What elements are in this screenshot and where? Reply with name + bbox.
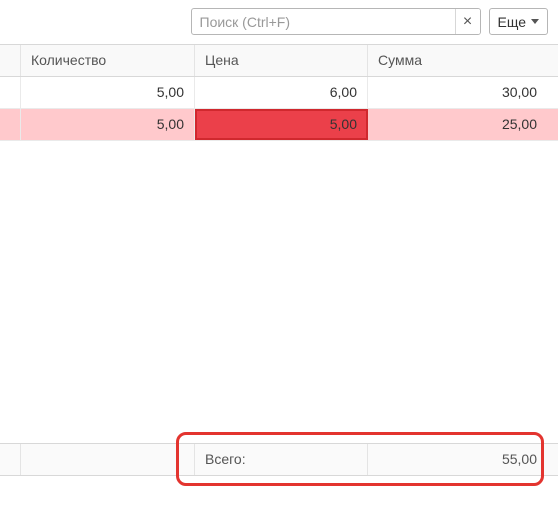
- cell-sum[interactable]: 30,00: [368, 77, 547, 108]
- cell-price[interactable]: 6,00: [195, 77, 368, 108]
- row-stub: [0, 77, 21, 108]
- more-button-label: Еще: [498, 14, 527, 30]
- table-row[interactable]: 5,006,0030,00: [0, 77, 558, 109]
- footer-qty-blank: [21, 444, 195, 475]
- header-price[interactable]: Цена: [195, 45, 368, 76]
- toolbar: × Еще: [0, 0, 558, 44]
- table-row[interactable]: 5,005,0025,00: [0, 109, 558, 141]
- footer-total-label: Всего:: [195, 444, 368, 475]
- cell-price[interactable]: 5,00: [195, 109, 368, 140]
- row-stub: [0, 109, 21, 140]
- cell-sum[interactable]: 25,00: [368, 109, 547, 140]
- cell-qty[interactable]: 5,00: [21, 77, 195, 108]
- header-sum[interactable]: Сумма: [368, 45, 547, 76]
- footer-stub: [0, 444, 21, 475]
- page-root: × Еще Количество Цена Сумма 5,006,0030,0…: [0, 0, 558, 520]
- chevron-down-icon: [531, 19, 539, 24]
- search-input[interactable]: [191, 8, 481, 35]
- header-stub: [0, 45, 21, 76]
- more-button[interactable]: Еще: [489, 8, 549, 35]
- header-qty[interactable]: Количество: [21, 45, 195, 76]
- search-wrap: ×: [191, 8, 481, 35]
- grid-body[interactable]: 5,006,0030,005,005,0025,00: [0, 77, 558, 443]
- footer-total-value: 55,00: [368, 444, 547, 475]
- grid-header: Количество Цена Сумма: [0, 45, 558, 77]
- cell-qty[interactable]: 5,00: [21, 109, 195, 140]
- clear-icon[interactable]: ×: [455, 9, 480, 34]
- grid-footer: Всего: 55,00: [0, 443, 558, 475]
- data-grid: Количество Цена Сумма 5,006,0030,005,005…: [0, 44, 558, 476]
